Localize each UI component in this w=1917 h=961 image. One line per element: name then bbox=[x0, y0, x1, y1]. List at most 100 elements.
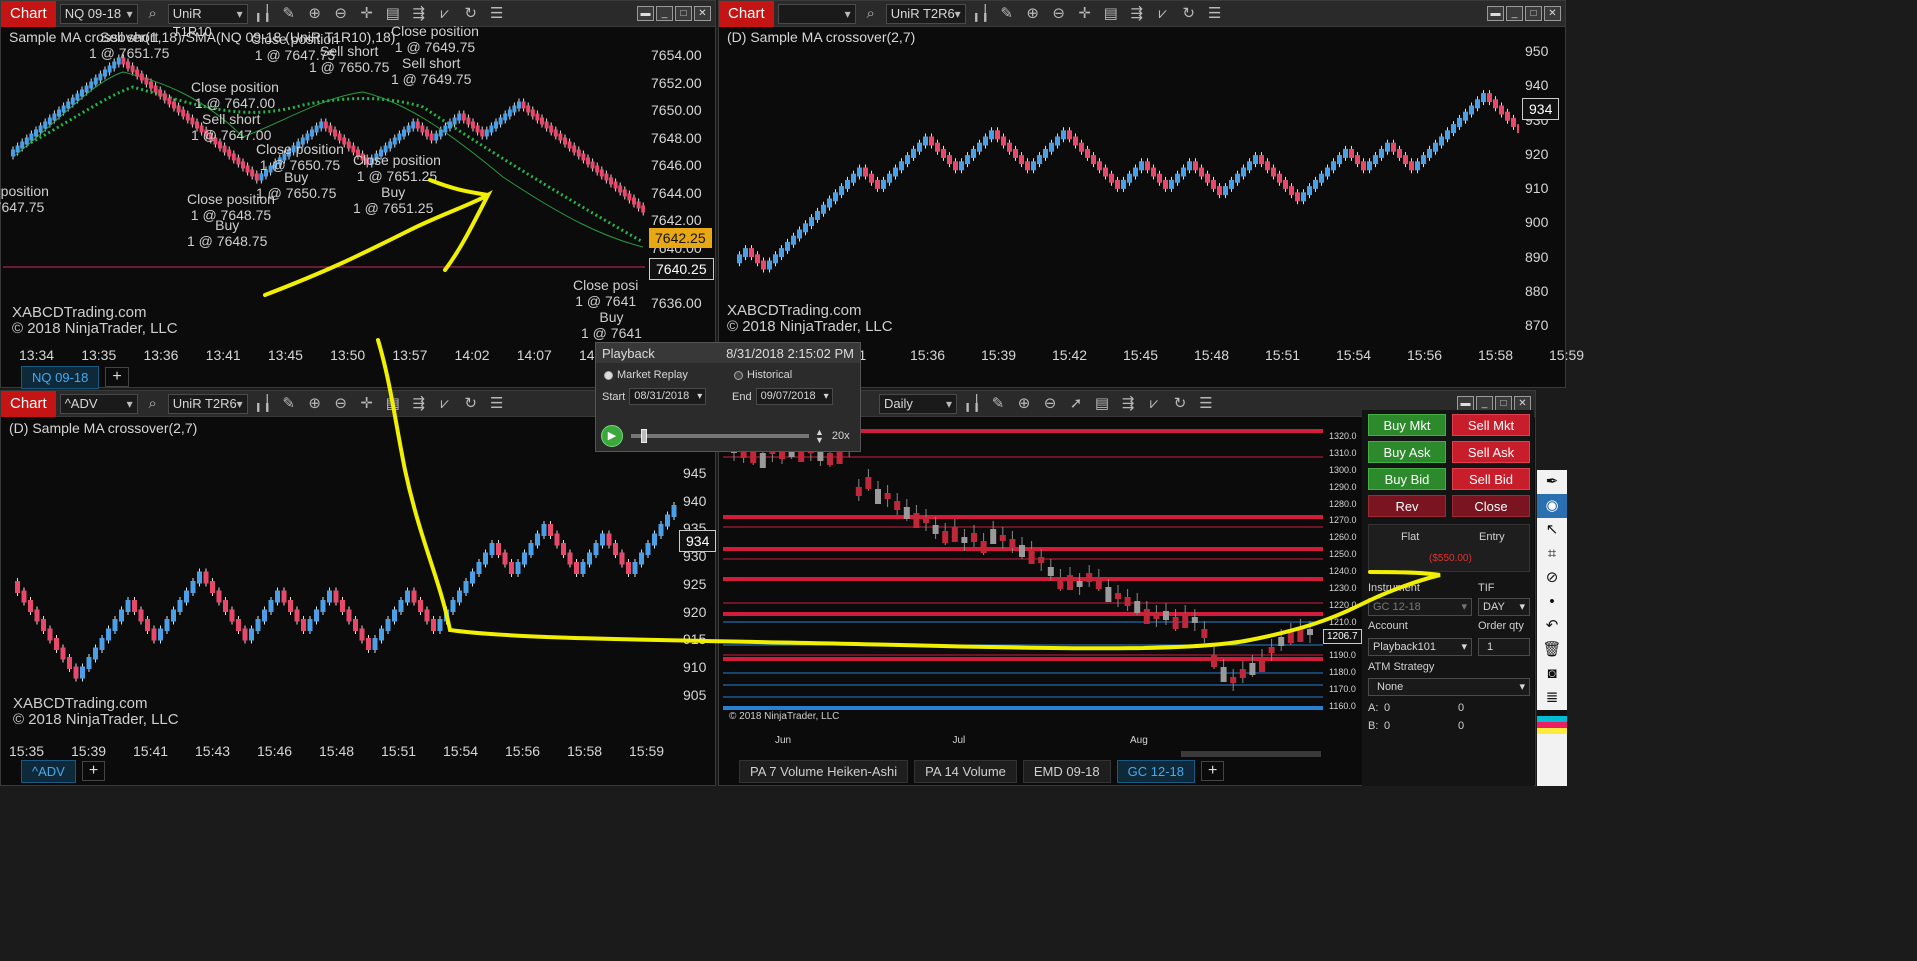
start-date-picker[interactable]: 08/31/2018 bbox=[629, 388, 707, 405]
list-icon[interactable]: ☰ bbox=[486, 391, 508, 417]
indicator-icon[interactable]: ⩗ bbox=[434, 391, 456, 417]
slider-thumb[interactable] bbox=[641, 429, 647, 443]
close-icon[interactable]: ✕ bbox=[1514, 396, 1531, 411]
bars-icon[interactable]: ╻╽ bbox=[961, 391, 983, 417]
close-icon[interactable]: ✕ bbox=[694, 6, 711, 21]
color-palette-icon[interactable] bbox=[1537, 710, 1567, 734]
pencil-icon[interactable]: ✎ bbox=[278, 391, 300, 417]
chart-tab-item[interactable]: EMD 09-18 bbox=[1022, 759, 1111, 783]
camera-icon[interactable]: ◙ bbox=[1537, 662, 1567, 686]
properties-icon[interactable]: ▤ bbox=[1100, 1, 1122, 27]
add-tab-button[interactable]: + bbox=[1201, 761, 1225, 781]
buy-market-button[interactable]: Buy Mkt bbox=[1368, 414, 1446, 436]
refresh-icon[interactable]: ↻ bbox=[1178, 1, 1200, 27]
sell-market-button[interactable]: Sell Mkt bbox=[1452, 414, 1530, 436]
refresh-icon[interactable]: ↻ bbox=[460, 391, 482, 417]
instrument-selector[interactable]: NQ 09-18 bbox=[59, 3, 138, 24]
bars-icon[interactable]: ╻╽ bbox=[252, 1, 274, 27]
crosshair-icon[interactable]: ✛ bbox=[356, 391, 378, 417]
radio-historical[interactable] bbox=[734, 370, 743, 380]
horizontal-scrollbar[interactable] bbox=[1181, 751, 1321, 757]
chart-tab-item[interactable]: PA 7 Volume Heiken-Ashi bbox=[739, 759, 909, 783]
bartype-selector[interactable]: UniR T1R10 bbox=[167, 3, 248, 39]
pointer-icon[interactable]: ➚ bbox=[1065, 391, 1087, 417]
chart-tab-item[interactable]: PA 14 Volume bbox=[914, 759, 1017, 783]
minimize-icon[interactable]: _ bbox=[1476, 396, 1493, 411]
notes-icon[interactable]: ≣ bbox=[1537, 686, 1567, 710]
bartype-selector[interactable]: UniR T2R6 bbox=[167, 393, 248, 414]
period-selector[interactable]: Daily bbox=[879, 393, 957, 414]
cursor-icon[interactable]: ↖ bbox=[1537, 518, 1567, 542]
pencil-icon[interactable]: ✎ bbox=[987, 391, 1009, 417]
ruler-icon[interactable]: ⊘ bbox=[1537, 566, 1567, 590]
indicator-icon[interactable]: ⩗ bbox=[1143, 391, 1165, 417]
sell-ask-button[interactable]: Sell Ask bbox=[1452, 441, 1530, 463]
strategy-icon[interactable]: ⇶ bbox=[1126, 1, 1148, 27]
list-icon[interactable]: ☰ bbox=[486, 1, 508, 27]
strategy-icon[interactable]: ⇶ bbox=[408, 391, 430, 417]
bars-icon[interactable]: ╻╽ bbox=[970, 1, 992, 27]
zoom-out-icon[interactable]: ⊖ bbox=[1048, 1, 1070, 27]
pencil-icon[interactable]: ✎ bbox=[996, 1, 1018, 27]
market-replay-option[interactable]: Market Replay bbox=[604, 369, 688, 381]
list-icon[interactable]: ☰ bbox=[1204, 1, 1226, 27]
maximize-icon[interactable]: □ bbox=[675, 6, 692, 21]
chart-tab[interactable]: Chart bbox=[1, 0, 56, 27]
price-plot[interactable] bbox=[3, 417, 677, 735]
tif-selector[interactable]: DAY bbox=[1478, 598, 1530, 616]
speed-spinner[interactable]: ▲ ▼ bbox=[815, 428, 824, 445]
instrument-selector[interactable]: GC 12-18 bbox=[1368, 598, 1472, 616]
pin-icon[interactable]: ▬ bbox=[1457, 396, 1474, 411]
minimize-icon[interactable]: _ bbox=[1506, 6, 1523, 21]
historical-option[interactable]: Historical bbox=[734, 369, 792, 381]
zoom-out-icon[interactable]: ⊖ bbox=[1039, 391, 1061, 417]
add-tab-button[interactable]: + bbox=[105, 367, 129, 387]
eye-icon[interactable]: ◉ bbox=[1537, 494, 1567, 518]
undo-icon[interactable]: ↶ bbox=[1537, 614, 1567, 638]
instrument-selector[interactable] bbox=[777, 3, 856, 24]
zoom-in-icon[interactable]: ⊕ bbox=[1013, 391, 1035, 417]
search-icon[interactable]: ⌕ bbox=[142, 391, 164, 417]
price-plot[interactable] bbox=[723, 417, 1323, 737]
play-button[interactable]: ▶ bbox=[601, 425, 623, 447]
zoom-in-icon[interactable]: ⊕ bbox=[1022, 1, 1044, 27]
tab-adv[interactable]: ^ADV bbox=[21, 759, 76, 783]
crosshair-icon[interactable]: ✛ bbox=[1074, 1, 1096, 27]
maximize-icon[interactable]: □ bbox=[1495, 396, 1512, 411]
buy-bid-button[interactable]: Buy Bid bbox=[1368, 468, 1446, 490]
end-date-picker[interactable]: 09/07/2018 bbox=[755, 388, 833, 405]
zoom-out-icon[interactable]: ⊖ bbox=[330, 391, 352, 417]
crosshair-icon[interactable]: ✛ bbox=[356, 1, 378, 27]
indicator-icon[interactable]: ⩗ bbox=[1152, 1, 1174, 27]
instrument-selector[interactable]: ^ADV bbox=[59, 393, 138, 414]
account-selector[interactable]: Playback101 bbox=[1368, 638, 1472, 656]
chart-tab-item[interactable]: GC 12-18 bbox=[1116, 759, 1196, 783]
price-plot[interactable] bbox=[723, 27, 1519, 341]
close-position-button[interactable]: Close bbox=[1452, 495, 1530, 517]
tag-icon[interactable]: ⌗ bbox=[1537, 542, 1567, 566]
bars-icon[interactable]: ╻╽ bbox=[252, 391, 274, 417]
list-icon[interactable]: ☰ bbox=[1195, 391, 1217, 417]
quantity-stepper[interactable]: 1 bbox=[1478, 638, 1530, 656]
strategy-icon[interactable]: ⇶ bbox=[1117, 391, 1139, 417]
search-icon[interactable]: ⌕ bbox=[142, 1, 164, 27]
pen-icon[interactable]: ✒ bbox=[1537, 470, 1567, 494]
radio-market-replay[interactable] bbox=[604, 370, 613, 380]
progress-slider[interactable] bbox=[631, 429, 809, 443]
add-tab-button[interactable]: + bbox=[81, 761, 106, 781]
zoom-in-icon[interactable]: ⊕ bbox=[304, 391, 326, 417]
reverse-button[interactable]: Rev bbox=[1368, 495, 1446, 517]
zoom-out-icon[interactable]: ⊖ bbox=[330, 1, 352, 27]
buy-ask-button[interactable]: Buy Ask bbox=[1368, 441, 1446, 463]
close-icon[interactable]: ✕ bbox=[1544, 6, 1561, 21]
maximize-icon[interactable]: □ bbox=[1525, 6, 1542, 21]
properties-icon[interactable]: ▤ bbox=[1091, 391, 1113, 417]
atm-strategy-selector[interactable]: None bbox=[1368, 678, 1530, 696]
properties-icon[interactable]: ▤ bbox=[382, 391, 404, 417]
trash-icon[interactable]: 🗑 bbox=[1537, 638, 1567, 662]
refresh-icon[interactable]: ↻ bbox=[1169, 391, 1191, 417]
tab-nq[interactable]: NQ 09-18 bbox=[21, 365, 100, 389]
pin-icon[interactable]: ▬ bbox=[637, 6, 654, 21]
sell-bid-button[interactable]: Sell Bid bbox=[1452, 468, 1530, 490]
zoom-in-icon[interactable]: ⊕ bbox=[304, 1, 326, 27]
